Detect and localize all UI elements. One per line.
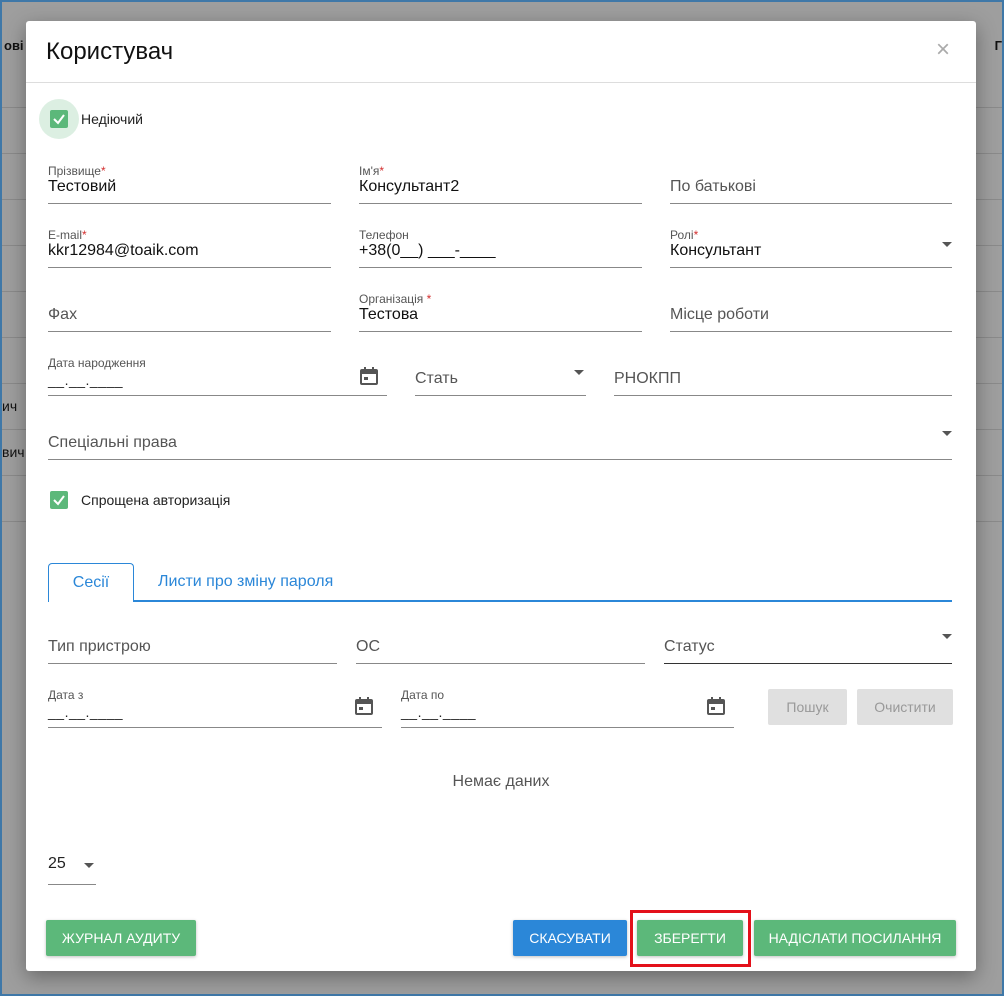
check-icon xyxy=(53,495,65,506)
surname-field[interactable]: Прізвище* Тестовий xyxy=(48,164,331,204)
chevron-down-icon xyxy=(84,863,94,868)
date-to-label: Дата по xyxy=(401,688,445,702)
tab-password-letters[interactable]: Листи про зміну пароля xyxy=(158,563,333,601)
required-mark: * xyxy=(426,292,432,306)
device-type-placeholder: Тип пристрою xyxy=(48,638,151,655)
inactive-checkbox-label: Недіючий xyxy=(81,111,143,127)
organization-field[interactable]: Організація * Тестова xyxy=(359,292,642,332)
background-cell-text: вич xyxy=(2,444,25,460)
phone-value: +38(0__) ___-____ xyxy=(359,242,496,259)
background-row-divider xyxy=(972,383,1002,384)
background-row-divider xyxy=(972,429,1002,430)
rnokpp-field[interactable]: РНОКПП xyxy=(614,356,952,396)
date-from-field[interactable]: Дата з __.__.____ xyxy=(48,688,382,728)
surname-value: Тестовий xyxy=(48,178,117,195)
surname-label: Прізвище* xyxy=(48,164,106,178)
name-value: Консультант2 xyxy=(359,178,460,195)
date-from-value: __.__.____ xyxy=(48,704,124,720)
patronymic-placeholder: По батькові xyxy=(670,178,756,195)
gender-select[interactable]: Стать xyxy=(415,356,586,396)
title-divider xyxy=(26,82,976,83)
workplace-placeholder: Місце роботи xyxy=(670,306,769,323)
page-size-select[interactable]: 25 xyxy=(48,851,96,885)
chevron-down-icon xyxy=(942,431,952,436)
os-placeholder: ОС xyxy=(356,638,380,655)
birth-date-label: Дата народження xyxy=(48,356,146,370)
background-row-divider xyxy=(972,291,1002,292)
fax-field[interactable]: Фах xyxy=(48,292,331,332)
os-field[interactable]: ОС xyxy=(356,624,645,664)
name-label-text: Ім'я xyxy=(359,164,380,178)
background-row-divider xyxy=(972,475,1002,476)
birth-date-field[interactable]: Дата народження __.__.____ xyxy=(48,356,387,396)
status-placeholder: Статус xyxy=(664,638,715,655)
roles-label: Ролі* xyxy=(670,228,698,242)
clear-button[interactable]: Очистити xyxy=(857,689,953,725)
dialog-title: Користувач xyxy=(46,38,174,65)
user-dialog: Користувач × Недіючий Прізвище* Тестовий… xyxy=(26,21,976,971)
background-cell-text: ич xyxy=(2,398,18,414)
chevron-down-icon xyxy=(942,634,952,639)
background-row-divider xyxy=(972,337,1002,338)
required-mark: * xyxy=(100,164,106,178)
calendar-icon[interactable] xyxy=(354,696,374,716)
rnokpp-placeholder: РНОКПП xyxy=(614,370,681,387)
background-row-divider xyxy=(972,153,1002,154)
check-icon xyxy=(53,114,65,125)
required-mark: * xyxy=(379,164,385,178)
workplace-field[interactable]: Місце роботи xyxy=(670,292,952,332)
required-mark: * xyxy=(693,228,699,242)
chevron-down-icon xyxy=(574,370,584,375)
background-row-divider xyxy=(972,107,1002,108)
fax-placeholder: Фах xyxy=(48,306,78,323)
required-mark: * xyxy=(82,228,87,242)
organization-value: Тестова xyxy=(359,306,419,323)
email-label-text: E-mail xyxy=(48,228,83,242)
page-size-value: 25 xyxy=(48,855,66,872)
phone-field[interactable]: Телефон +38(0__) ___-____ xyxy=(359,228,642,268)
date-to-value: __.__.____ xyxy=(401,704,477,720)
status-select[interactable]: Статус xyxy=(664,624,952,664)
gender-placeholder: Стать xyxy=(415,370,458,387)
surname-label-text: Прізвище xyxy=(48,164,101,178)
save-highlight-box xyxy=(630,910,751,967)
background-column-header-right: Г xyxy=(994,38,1002,53)
no-data-message: Немає даних xyxy=(452,773,550,790)
email-field[interactable]: E-mail* kkr12984@toaik.com xyxy=(48,228,331,268)
roles-value: Консультант xyxy=(670,242,762,259)
roles-label-text: Ролі xyxy=(670,228,694,242)
calendar-icon[interactable] xyxy=(706,696,726,716)
cancel-button[interactable]: Скасувати xyxy=(513,920,627,956)
inactive-checkbox[interactable] xyxy=(50,110,68,128)
calendar-icon[interactable] xyxy=(359,366,379,386)
special-rights-placeholder: Спеціальні права xyxy=(48,434,177,451)
background-row-divider xyxy=(972,199,1002,200)
roles-select[interactable]: Ролі* Консультант xyxy=(670,228,952,268)
send-link-button[interactable]: Надіслати посилання xyxy=(754,920,956,956)
background-column-header: ові xyxy=(4,38,24,53)
email-label: E-mail* xyxy=(48,228,87,242)
name-field[interactable]: Ім'я* Консультант2 xyxy=(359,164,642,204)
simplified-auth-checkbox[interactable] xyxy=(50,491,68,509)
background-row-divider xyxy=(972,521,1002,522)
email-value: kkr12984@toaik.com xyxy=(48,242,199,259)
device-type-field[interactable]: Тип пристрою xyxy=(48,624,337,664)
close-icon[interactable]: × xyxy=(932,38,954,62)
organization-label: Організація * xyxy=(359,292,431,306)
name-label: Ім'я* xyxy=(359,164,384,178)
patronymic-field[interactable]: По батькові xyxy=(670,164,952,204)
phone-label: Телефон xyxy=(359,228,409,242)
tab-sessions[interactable]: Сесії xyxy=(48,563,134,602)
date-from-label: Дата з xyxy=(48,688,84,702)
chevron-down-icon xyxy=(942,242,952,247)
audit-log-button[interactable]: Журнал аудиту xyxy=(46,920,196,956)
organization-label-text: Організація xyxy=(359,292,427,306)
simplified-auth-label: Спрощена авторизація xyxy=(81,492,231,508)
search-button[interactable]: Пошук xyxy=(768,689,847,725)
date-to-field[interactable]: Дата по __.__.____ xyxy=(401,688,734,728)
background-row-divider xyxy=(972,245,1002,246)
special-rights-select[interactable]: Спеціальні права xyxy=(48,420,952,460)
birth-date-value: __.__.____ xyxy=(48,372,124,388)
